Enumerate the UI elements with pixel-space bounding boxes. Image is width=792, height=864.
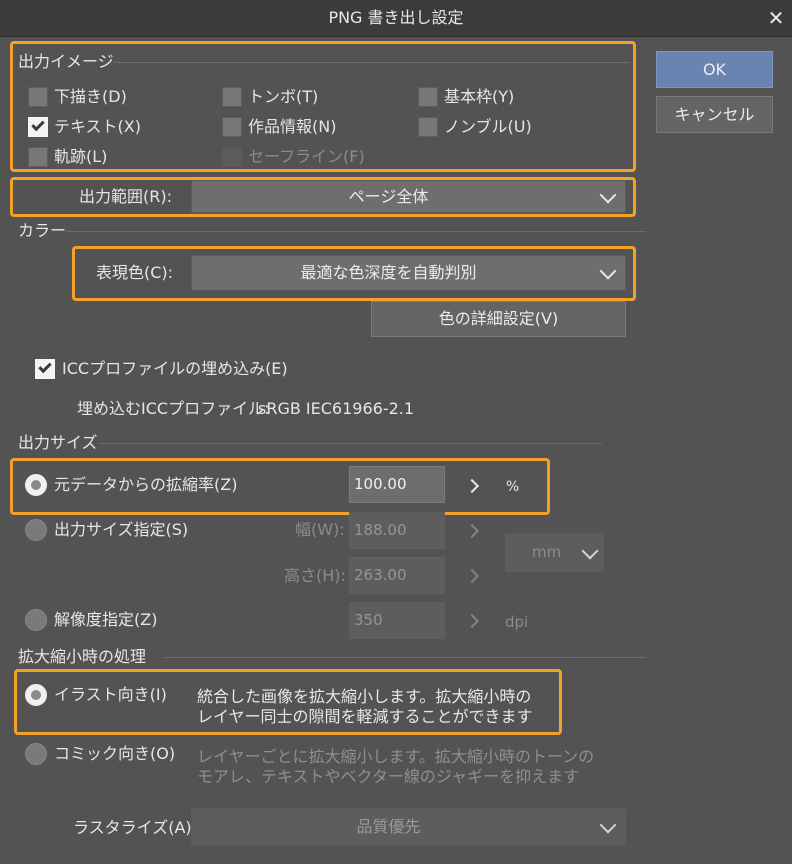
output-size-header: 出力サイズ bbox=[18, 433, 98, 452]
color-header: カラー bbox=[18, 221, 67, 240]
icc-profile-value: sRGB IEC61966-2.1 bbox=[258, 399, 415, 418]
rasterize-label: ラスタライズ(A): bbox=[73, 818, 198, 837]
illustration-description-line2: レイヤー同士の隙間を軽減することができます bbox=[197, 707, 533, 726]
comic-description-line1: レイヤーごとに拡大縮小します。拡大縮小時のトーンの bbox=[197, 747, 595, 766]
scale-rate-unit: % bbox=[506, 479, 520, 495]
chevron-down-icon bbox=[599, 816, 617, 834]
checkbox-crop-marks-label[interactable]: トンボ(T) bbox=[248, 86, 318, 108]
output-range-label: 出力範囲(R): bbox=[79, 187, 172, 206]
scale-rate-radio[interactable] bbox=[25, 474, 47, 496]
comic-radio[interactable] bbox=[25, 743, 47, 765]
checkbox-page-number[interactable] bbox=[418, 117, 438, 137]
color-expression-select[interactable]: 最適な色深度を自動判別 bbox=[191, 255, 626, 291]
resolution-unit: dpi bbox=[505, 613, 529, 631]
checkbox-default-border-label[interactable]: 基本枠(Y) bbox=[444, 86, 514, 108]
window-title: PNG 書き出し設定 bbox=[328, 8, 464, 27]
color-separator bbox=[66, 231, 646, 232]
checkbox-draft[interactable] bbox=[28, 87, 48, 107]
icc-embed-label[interactable]: ICCプロファイルの埋め込み(E) bbox=[62, 358, 288, 380]
cancel-button[interactable]: キャンセル bbox=[656, 96, 773, 133]
checkbox-safe-line bbox=[222, 147, 242, 167]
height-label: 高さ(H): bbox=[284, 566, 346, 585]
chevron-right-icon bbox=[464, 613, 480, 629]
rasterize-select: 品質優先 bbox=[191, 808, 626, 846]
output-image-header: 出力イメージ bbox=[18, 52, 114, 71]
scaling-separator bbox=[164, 657, 646, 658]
checkbox-trail[interactable] bbox=[28, 147, 48, 167]
scale-rate-input[interactable]: 100.00 bbox=[349, 466, 445, 503]
color-expression-value: 最適な色深度を自動判別 bbox=[300, 263, 477, 282]
checkbox-default-border[interactable] bbox=[418, 87, 438, 107]
output-range-value: ページ全体 bbox=[348, 187, 429, 206]
unit-select-value: mm bbox=[532, 543, 562, 561]
checkbox-work-info-label[interactable]: 作品情報(N) bbox=[248, 116, 336, 138]
checkbox-text-label[interactable]: テキスト(X) bbox=[54, 116, 141, 138]
rasterize-value: 品質優先 bbox=[356, 817, 421, 836]
illustration-description-line1: 統合した画像を拡大縮小します。拡大縮小時の bbox=[197, 687, 532, 706]
height-input: 263.00 bbox=[349, 557, 445, 594]
width-input: 188.00 bbox=[349, 512, 445, 549]
checkbox-trail-label[interactable]: 軌跡(L) bbox=[54, 146, 107, 168]
output-size-radio[interactable] bbox=[25, 519, 47, 541]
illustration-label[interactable]: イラスト向き(I) bbox=[54, 684, 167, 706]
comic-label[interactable]: コミック向き(O) bbox=[54, 743, 175, 765]
icc-embed-checkbox[interactable] bbox=[35, 359, 55, 379]
output-size-label[interactable]: 出力サイズ指定(S) bbox=[54, 519, 188, 541]
color-expression-label: 表現色(C): bbox=[96, 263, 174, 282]
output-image-separator bbox=[114, 62, 630, 63]
chevron-right-icon bbox=[464, 568, 480, 584]
scaling-header: 拡大縮小時の処理 bbox=[18, 647, 147, 666]
checkbox-text[interactable] bbox=[28, 117, 48, 137]
color-detail-button[interactable]: 色の詳細設定(V) bbox=[371, 301, 626, 337]
chevron-down-icon bbox=[599, 262, 617, 280]
chevron-down-icon bbox=[599, 186, 617, 204]
output-range-select[interactable]: ページ全体 bbox=[191, 180, 626, 213]
unit-select: mm bbox=[505, 533, 604, 572]
checkbox-safe-line-label: セーフライン(F) bbox=[248, 147, 365, 166]
output-size-separator bbox=[98, 443, 602, 444]
resolution-input: 350 bbox=[349, 602, 445, 639]
checkbox-page-number-label[interactable]: ノンブル(U) bbox=[444, 116, 532, 138]
chevron-down-icon bbox=[581, 542, 599, 560]
resolution-label[interactable]: 解像度指定(Z) bbox=[54, 609, 157, 631]
scale-rate-label[interactable]: 元データからの拡縮率(Z) bbox=[54, 474, 237, 496]
resolution-radio[interactable] bbox=[25, 609, 47, 631]
icc-profile-label: 埋め込むICCプロファイル: bbox=[77, 399, 270, 418]
ok-button[interactable]: OK bbox=[656, 51, 773, 88]
illustration-radio[interactable] bbox=[25, 684, 47, 706]
checkbox-work-info[interactable] bbox=[222, 117, 242, 137]
chevron-right-icon bbox=[464, 523, 480, 539]
checkbox-crop-marks[interactable] bbox=[222, 87, 242, 107]
checkmark-icon bbox=[31, 117, 45, 132]
close-icon[interactable]: ✕ bbox=[760, 0, 792, 36]
checkmark-icon bbox=[38, 359, 52, 374]
comic-description-line2: モアレ、テキストやベクター線のジャギーを抑えます bbox=[197, 767, 580, 786]
width-label: 幅(W): bbox=[295, 520, 345, 539]
checkbox-draft-label[interactable]: 下描き(D) bbox=[54, 86, 127, 108]
